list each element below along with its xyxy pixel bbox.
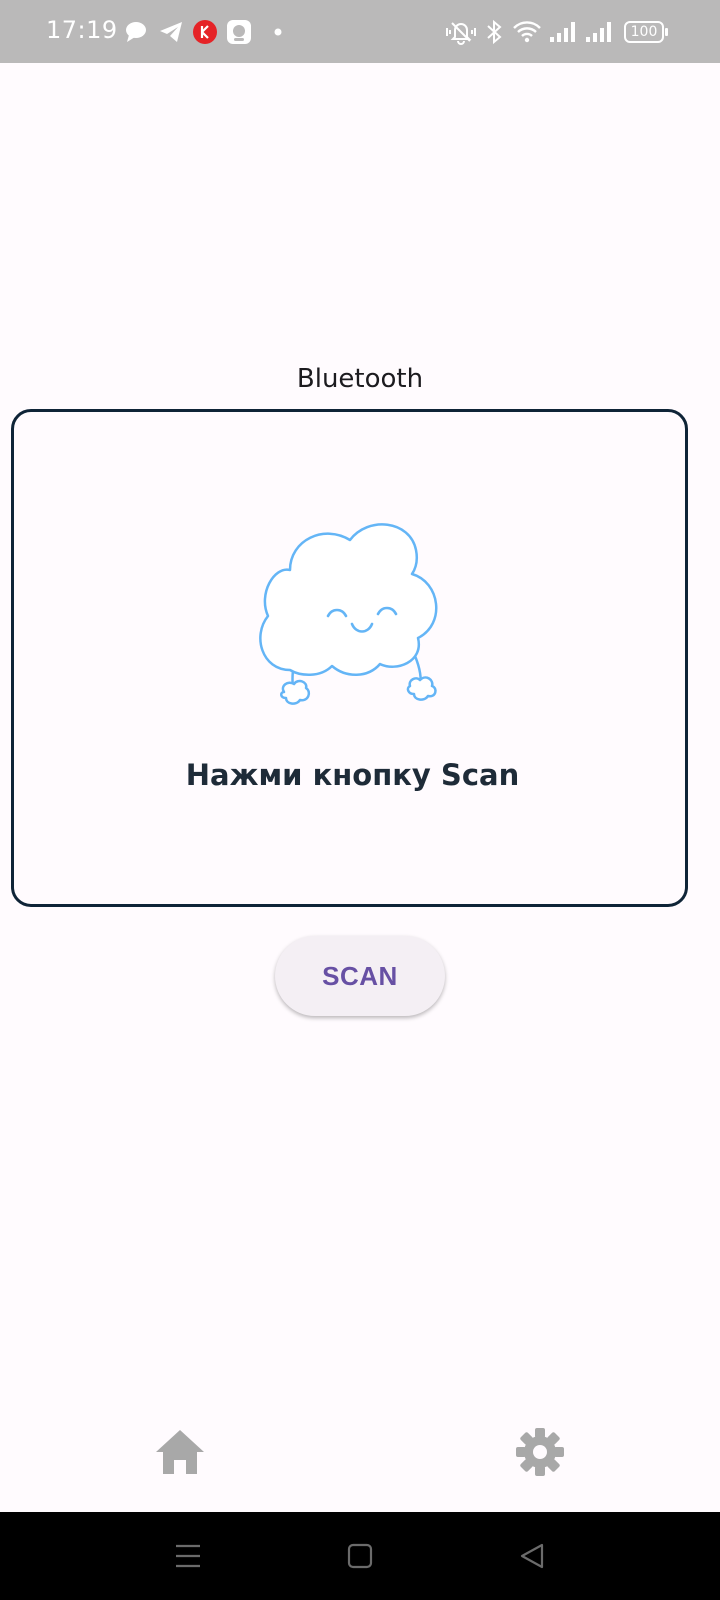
battery-icon: 100 [624,21,668,43]
signal-icon [550,22,575,42]
gear-icon [516,1428,564,1476]
telegram-icon [160,22,182,42]
camera-app-icon [227,20,251,44]
bluetooth-icon [487,19,502,45]
system-nav-bar [0,1512,720,1600]
home-icon [156,1430,204,1474]
wifi-icon [513,21,541,43]
battery-level: 100 [630,24,658,40]
back-triangle-icon [520,1543,544,1569]
kaspersky-icon [193,20,217,44]
system-menu-button[interactable] [166,1534,210,1578]
empty-state-text: Нажми кнопку Scan [185,758,520,792]
screen: 17:19 100 Bluetooth Нажми кнопку Scan SC… [0,0,720,1600]
nav-home-button[interactable] [140,1412,220,1492]
status-time: 17:19 [46,16,118,44]
bottom-nav [0,1400,720,1512]
system-back-button[interactable] [510,1534,554,1578]
nav-settings-button[interactable] [500,1412,580,1492]
dot-icon [274,28,282,36]
home-square-icon [347,1543,373,1569]
system-home-button[interactable] [338,1534,382,1578]
devices-card: Нажми кнопку Scan [11,409,688,907]
scan-button[interactable]: SCAN [275,936,445,1016]
chat-bubble-icon [126,22,146,42]
status-bar: 17:19 100 [0,0,720,63]
cloud-mascot-icon [259,523,438,705]
vibrate-silent-icon [446,22,476,45]
page-title: Bluetooth [296,364,424,394]
menu-icon [176,1544,200,1568]
signal-icon [586,22,611,42]
